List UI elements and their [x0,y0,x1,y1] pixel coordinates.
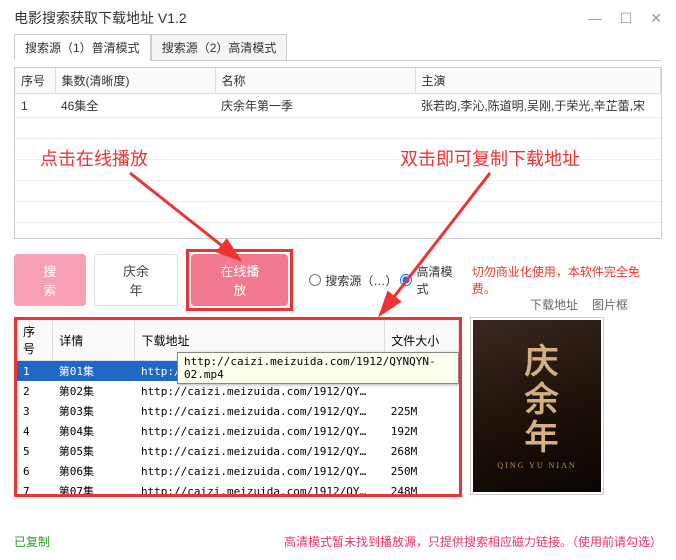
col-cast[interactable]: 主演 [415,68,661,94]
source-tabs: 搜索源（1）普清模式 搜索源（2）高清模式 [14,34,662,61]
maximize-icon[interactable]: ☐ [620,10,633,27]
poster-frame: 庆余年 QING YU NIAN [470,317,604,495]
table-row[interactable] [15,118,661,139]
radio-source[interactable] [309,274,321,286]
commercial-warning: 切勿商业化使用，本软件完全免费。 [472,263,662,297]
download-row[interactable]: 3第03集http://caizi.meizuida.com/1912/QY…2… [17,401,459,421]
poster-subtitle: QING YU NIAN [497,461,576,470]
search-button[interactable]: 搜索 [14,254,86,306]
mode-radios: 搜索源（…） 高清模式 [309,263,463,297]
statusbar: 已复制 高清模式暂未找到播放源，只提供搜索相应磁力链接。（使用前请勾选） [0,529,676,554]
download-row[interactable]: 2第02集http://caizi.meizuida.com/1912/QY… [17,381,459,401]
section-download-label: 下载地址 [530,296,578,313]
download-row[interactable]: 1第01集http://caizi.meizuida.com/1912/QY…2… [17,361,459,382]
dcol-detail[interactable]: 详情 [53,320,135,361]
close-icon[interactable]: ✕ [650,10,662,27]
download-row[interactable]: 4第04集http://caizi.meizuida.com/1912/QY…1… [17,421,459,441]
table-row[interactable] [15,202,661,223]
download-row[interactable]: 5第05集http://caizi.meizuida.com/1912/QY…2… [17,441,459,461]
window-buttons: — ☐ ✕ [588,10,662,27]
download-table-wrap: 序号 详情 下载地址 文件大小 1第01集http://caizi.meizui… [14,317,462,497]
dcol-index[interactable]: 序号 [17,320,53,361]
table-row[interactable] [15,160,661,181]
titlebar: 电影搜索获取下载地址 V1.2 — ☐ ✕ [0,0,676,32]
tab-source-2[interactable]: 搜索源（2）高清模式 [151,34,288,60]
table-row[interactable]: 146集全庆余年第一季张若昀,李沁,陈道明,吴刚,于荣光,辛芷蕾,宋 [15,94,661,118]
poster-title: 庆余年 [520,343,554,457]
radio-hd-label: 高清模式 [416,263,463,297]
table-row[interactable] [15,139,661,160]
download-row[interactable]: 6第06集http://caizi.meizuida.com/1912/QY…2… [17,461,459,481]
download-row[interactable]: 7第07集http://caizi.meizuida.com/1912/QY…2… [17,481,459,497]
table-row[interactable] [15,181,661,202]
table-row[interactable] [15,223,661,240]
section-picture-label: 图片框 [592,296,628,313]
poster-image: 庆余年 QING YU NIAN [473,320,601,492]
play-highlight: 在线播放 [186,249,293,311]
dcol-size[interactable]: 文件大小 [385,320,459,361]
col-episodes[interactable]: 集数(清晰度) [55,68,215,94]
results-table: 序号 集数(清晰度) 名称 主演 146集全庆余年第一季张若昀,李沁,陈道明,吴… [14,67,662,239]
status-copied: 已复制 [14,533,50,550]
tab-source-1[interactable]: 搜索源（1）普清模式 [14,34,151,61]
lower-area: 序号 详情 下载地址 文件大小 1第01集http://caizi.meizui… [14,317,662,497]
window-title: 电影搜索获取下载地址 V1.2 [14,8,187,28]
col-name[interactable]: 名称 [215,68,415,94]
minimize-icon[interactable]: — [588,10,602,27]
col-index[interactable]: 序号 [15,68,55,94]
status-hd-warning: 高清模式暂未找到播放源，只提供搜索相应磁力链接。（使用前请勾选） [284,533,662,550]
keyword-button[interactable]: 庆余年 [94,254,179,306]
play-online-button[interactable]: 在线播放 [191,254,288,306]
radio-hd[interactable] [400,274,412,286]
dcol-url[interactable]: 下载地址 [135,320,385,361]
radio-source-label: 搜索源（…） [325,272,396,289]
download-table: 序号 详情 下载地址 文件大小 1第01集http://caizi.meizui… [17,320,459,497]
